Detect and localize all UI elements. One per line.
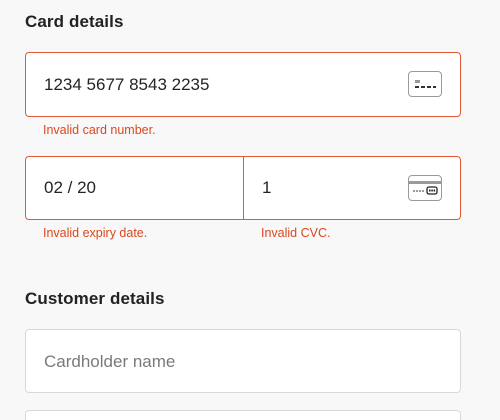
payment-form: Card details 1234 5677 8543 2235 Invalid… [0,0,500,420]
cardholder-name-placeholder: Cardholder name [44,352,176,371]
expiry-value: 02 / 20 [44,178,96,197]
cardholder-name-field[interactable]: Cardholder name [25,329,461,393]
card-details-heading: Card details [25,12,124,31]
cvc-value: 1 [262,178,272,197]
card-number-value: 1234 5677 8543 2235 [44,75,210,94]
expiry-error: Invalid expiry date. [43,226,148,240]
cvc-card-icon [408,175,442,201]
customer-details-heading: Customer details [25,289,165,308]
cvc-field[interactable]: 1 [244,157,460,219]
cvc-error: Invalid CVC. [261,226,331,240]
expiry-field[interactable]: 02 / 20 [26,157,243,219]
next-field-partial[interactable] [25,410,461,420]
card-icon [408,71,442,97]
expiry-cvc-row: 02 / 20 1 [25,156,461,220]
card-number-error: Invalid card number. [43,123,156,137]
card-number-field[interactable]: 1234 5677 8543 2235 [25,52,461,117]
